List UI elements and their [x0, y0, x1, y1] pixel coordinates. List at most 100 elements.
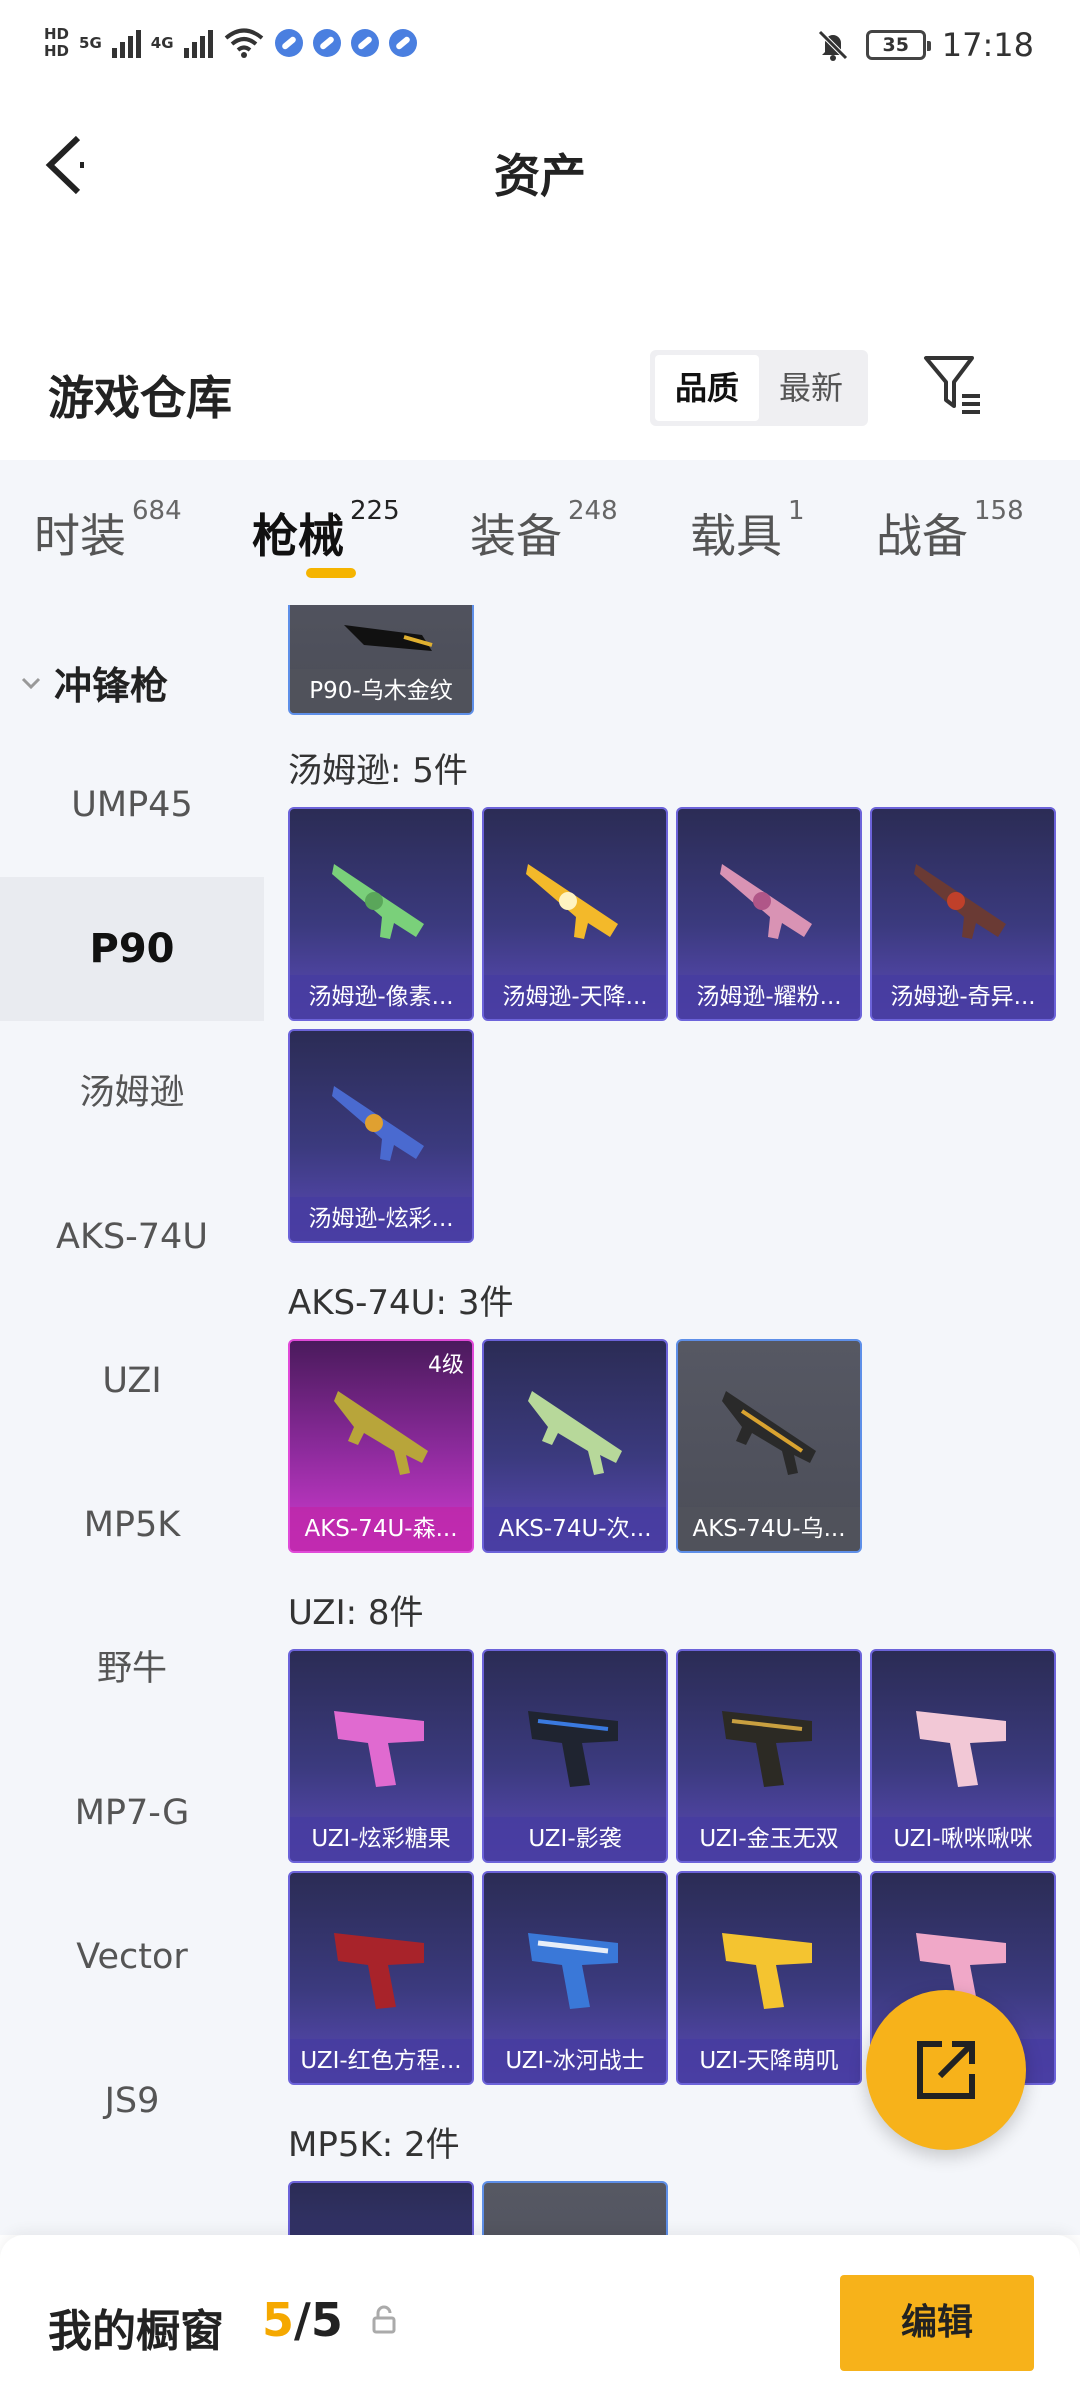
- skin-card[interactable]: 4级 AKS-74U-森...: [288, 1339, 474, 1553]
- status-right: 35 17:18: [816, 26, 1034, 64]
- thompson-weapon-icon: [914, 864, 1006, 939]
- uzi-weapon-icon: [334, 1711, 424, 1787]
- sidebar-item-mp7g[interactable]: MP7-G: [0, 1741, 264, 1885]
- group-title-mp5k: MP5K: 2件: [288, 2125, 460, 2165]
- uzi-weapon-icon: [722, 1933, 812, 2009]
- skin-name: AKS-74U-乌...: [678, 1507, 860, 1551]
- signal-4g-label: 4G: [150, 34, 174, 52]
- aks74u-weapon-icon: [334, 1391, 428, 1475]
- uzi-weapon-icon: [722, 1711, 812, 1787]
- skin-name: UZI-金玉无双: [678, 1817, 860, 1861]
- tab-fashion[interactable]: 时装 684: [34, 496, 182, 566]
- weapon-icon: [344, 625, 433, 651]
- filter-icon[interactable]: [922, 352, 986, 418]
- group-title-aks74u: AKS-74U: 3件: [288, 1283, 514, 1323]
- skin-card[interactable]: UZI-影袭: [482, 1649, 668, 1863]
- app-notification-icon: [274, 29, 303, 57]
- sidebar-item-mp5k[interactable]: MP5K: [0, 1453, 264, 1597]
- clock: 17:18: [941, 26, 1034, 64]
- sidebar-item-bizon[interactable]: 野牛: [0, 1597, 264, 1741]
- skin-card[interactable]: 汤姆逊-天降...: [482, 807, 668, 1021]
- wifi-icon: [224, 28, 263, 58]
- sidebar-item-aks74u[interactable]: AKS-74U: [0, 1165, 264, 1309]
- skin-name: 汤姆逊-天降...: [484, 975, 666, 1019]
- tab-label: 载具: [690, 509, 782, 563]
- skin-name: AKS-74U-次...: [484, 1507, 666, 1551]
- skin-card[interactable]: AKS-74U-乌...: [676, 1339, 862, 1553]
- lock-icon: [372, 2305, 396, 2334]
- share-button[interactable]: [866, 1990, 1026, 2150]
- category-label: 冲锋枪: [54, 664, 169, 708]
- category-tabs: 时装 684 枪械 225 装备 248 载具 1 战备 158: [0, 460, 1080, 605]
- active-tab-indicator: [306, 568, 356, 578]
- showcase-total: 5: [310, 2293, 343, 2347]
- skin-card[interactable]: UZI-冰河战士: [482, 1871, 668, 2085]
- hd-indicator: HD HD: [44, 26, 69, 60]
- aks74u-weapon-icon: [528, 1391, 622, 1475]
- hd-top: HD: [44, 25, 70, 43]
- tab-count: 684: [132, 496, 182, 526]
- showcase-bar: 我的橱窗 5/5 编辑: [0, 2235, 1080, 2400]
- hd-bottom: HD: [44, 42, 70, 60]
- thompson-weapon-icon: [720, 864, 812, 939]
- aks74u-weapon-icon: [722, 1391, 816, 1475]
- sidebar-item-ump45[interactable]: UMP45: [0, 733, 264, 877]
- group-title-uzi: UZI: 8件: [288, 1593, 424, 1633]
- tab-count: 1: [788, 496, 805, 526]
- skin-name: 汤姆逊-奇异...: [872, 975, 1054, 1019]
- skin-name: 汤姆逊-像素...: [290, 975, 472, 1019]
- skin-card[interactable]: [288, 2181, 474, 2235]
- tab-equipment[interactable]: 装备 248: [470, 496, 618, 566]
- skin-name: UZI-天降萌叽: [678, 2039, 860, 2083]
- skin-card[interactable]: UZI-金玉无双: [676, 1649, 862, 1863]
- skin-card[interactable]: 汤姆逊-奇异...: [870, 807, 1056, 1021]
- skin-name: UZI-啾咪啾咪: [872, 1817, 1054, 1861]
- skin-card[interactable]: UZI-红色方程...: [288, 1871, 474, 2085]
- weapon-sidebar: 冲锋枪 UMP45 P90 汤姆逊 AKS-74U UZI MP5K 野牛 MP…: [0, 605, 264, 2235]
- skin-card[interactable]: P90-乌木金纹: [288, 605, 474, 715]
- app-notification-icon: [350, 29, 379, 57]
- sidebar-item-thompson[interactable]: 汤姆逊: [0, 1021, 264, 1165]
- sort-quality-button[interactable]: 品质: [655, 355, 759, 421]
- sidebar-item-vector[interactable]: Vector: [0, 1885, 264, 2029]
- skin-card[interactable]: [482, 2181, 668, 2235]
- sort-toggle: 品质 最新: [650, 350, 868, 426]
- tab-firearms[interactable]: 枪械 225: [252, 496, 400, 566]
- skin-card[interactable]: 汤姆逊-像素...: [288, 807, 474, 1021]
- app-notification-icon: [312, 29, 341, 57]
- skin-name: AKS-74U-森...: [290, 1507, 472, 1551]
- skin-card[interactable]: 汤姆逊-炫彩...: [288, 1029, 474, 1243]
- app-header: 资产: [0, 100, 1080, 240]
- app-notification-icon: [388, 29, 417, 57]
- sidebar-item-p90[interactable]: P90: [0, 877, 264, 1021]
- tab-supplies[interactable]: 战备 158: [876, 496, 1024, 566]
- bell-muted-icon: [818, 30, 848, 61]
- edit-button[interactable]: 编辑: [840, 2275, 1034, 2371]
- skin-name: UZI-冰河战士: [484, 2039, 666, 2083]
- sidebar-item-uzi[interactable]: UZI: [0, 1309, 264, 1453]
- sidebar-item-js9[interactable]: JS9: [0, 2029, 264, 2173]
- skin-name: P90-乌木金纹: [290, 669, 472, 713]
- battery-icon: 35: [865, 30, 931, 60]
- page-title: 资产: [494, 149, 586, 203]
- sort-latest-button[interactable]: 最新: [759, 355, 863, 421]
- uzi-weapon-icon: [528, 1711, 618, 1787]
- showcase-separator: /: [294, 2293, 311, 2347]
- category-header[interactable]: 冲锋枪: [20, 655, 168, 710]
- tab-vehicles[interactable]: 载具 1: [690, 496, 805, 566]
- skin-card[interactable]: AKS-74U-次...: [482, 1339, 668, 1553]
- skin-card[interactable]: UZI-天降萌叽: [676, 1871, 862, 2085]
- thompson-weapon-icon: [526, 864, 618, 939]
- showcase-current: 5: [262, 2293, 295, 2347]
- status-bar: HD HD 5G 4G 35 17:18: [0, 0, 1080, 100]
- tab-label: 时装: [34, 509, 126, 563]
- skin-card[interactable]: UZI-啾咪啾咪: [870, 1649, 1056, 1863]
- external-link-icon: [917, 2041, 975, 2099]
- skin-card[interactable]: 汤姆逊-耀粉...: [676, 807, 862, 1021]
- uzi-weapon-icon: [916, 1711, 1006, 1787]
- skin-name: UZI-影袭: [484, 1817, 666, 1861]
- skin-card[interactable]: UZI-炫彩糖果: [288, 1649, 474, 1863]
- status-left: HD HD 5G 4G: [44, 26, 417, 60]
- signal-bars-icon: [111, 28, 141, 58]
- tab-label: 装备: [470, 509, 562, 563]
